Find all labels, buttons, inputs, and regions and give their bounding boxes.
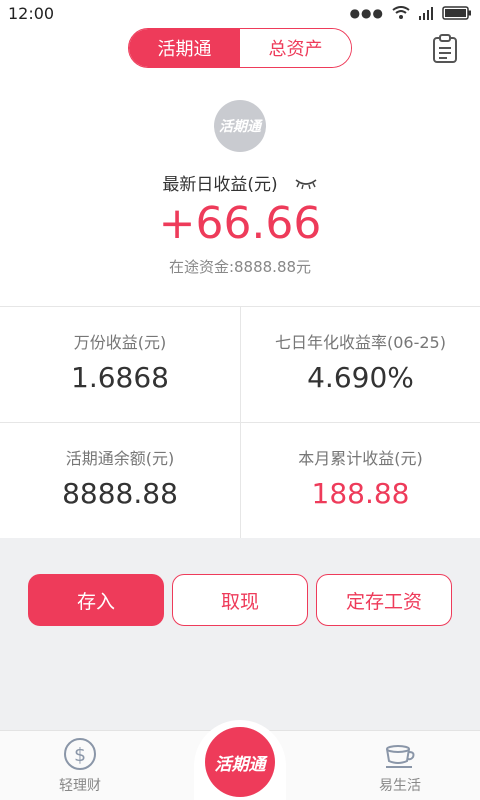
- stat-value: 188.88: [311, 477, 410, 510]
- stat-label: 本月累计收益(元): [298, 449, 423, 468]
- stats-grid: 万份收益(元) 1.6868 七日年化收益率(06-25) 4.690% 活期通…: [0, 306, 480, 539]
- latest-yield-label: 最新日收益(元): [162, 175, 278, 195]
- stat-monthly-earnings: 本月累计收益(元) 188.88: [240, 423, 480, 539]
- wifi-icon: [392, 6, 410, 19]
- yield-label-row: 最新日收益(元): [0, 170, 480, 195]
- logo-text: 活期通: [219, 119, 261, 135]
- tab-total-assets[interactable]: 总资产: [240, 29, 351, 67]
- action-area: 存入 取现 定存工资: [0, 538, 480, 730]
- status-icons: ●●●: [350, 6, 472, 20]
- tab-label: 易生活: [379, 778, 421, 794]
- stat-value: 1.6868: [71, 361, 169, 394]
- stat-per-10k-yield: 万份收益(元) 1.6868: [0, 307, 240, 423]
- withdraw-button[interactable]: 取现: [172, 574, 308, 626]
- deposit-button[interactable]: 存入: [28, 574, 164, 626]
- stat-value: 4.690%: [307, 361, 414, 394]
- svg-text:$: $: [74, 744, 86, 766]
- latest-yield-value: +66.66: [158, 198, 322, 249]
- product-tab-switch: 活期通 总资产: [128, 28, 352, 68]
- signal-icon: [419, 7, 433, 20]
- battery-icon: [442, 6, 471, 20]
- notification-dots-icon: ●●●: [349, 6, 384, 20]
- tab-easy-life[interactable]: 易生活: [360, 737, 440, 795]
- product-logo: 活期通: [214, 100, 266, 152]
- stat-balance: 活期通余额(元) 8888.88: [0, 423, 240, 539]
- tab-center-label: 活期通: [214, 754, 266, 775]
- in-transit-funds: 在途资金:8888.88元: [168, 258, 312, 276]
- tab-light-finance[interactable]: $ 轻理财: [40, 737, 120, 795]
- stat-label: 万份收益(元): [73, 333, 167, 352]
- fixed-salary-button[interactable]: 定存工资: [316, 574, 452, 626]
- tab-huoqitong-center[interactable]: 活期通: [205, 727, 275, 797]
- status-time: 12:00: [8, 4, 55, 23]
- stat-seven-day-yield: 七日年化收益率(06-25) 4.690%: [240, 307, 480, 423]
- dollar-coin-icon: $: [64, 738, 96, 770]
- coffee-cup-icon: [386, 745, 415, 768]
- status-bar: 12:00 ●●●: [0, 0, 480, 28]
- tab-label: 轻理财: [59, 778, 101, 794]
- eye-closed-icon[interactable]: [294, 176, 318, 190]
- stat-label: 活期通余额(元): [65, 449, 175, 468]
- stat-label: 七日年化收益率(06-25): [275, 333, 446, 352]
- clipboard-icon[interactable]: [432, 34, 458, 64]
- stat-value: 8888.88: [62, 477, 178, 510]
- tab-huoqitong[interactable]: 活期通: [129, 29, 240, 67]
